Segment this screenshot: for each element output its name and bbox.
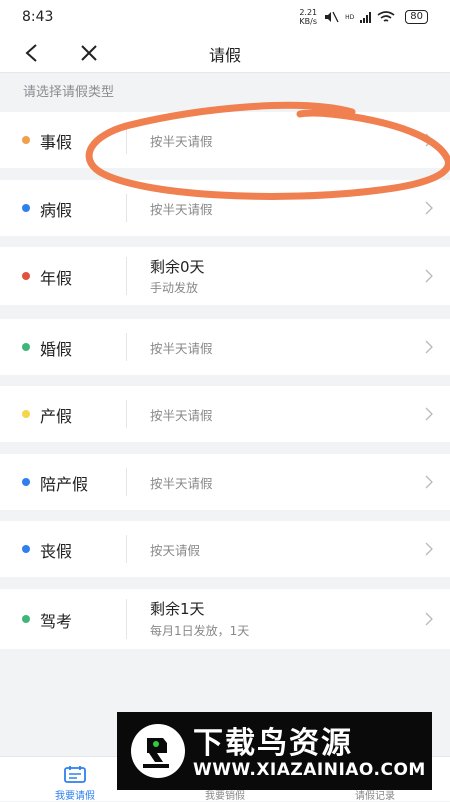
- watermark-url: WWW.XIAZAINIAO.COM: [193, 760, 426, 780]
- leave-type-row[interactable]: 驾考 剩余1天 每月1日发放，1天: [0, 589, 450, 649]
- calendar-icon: [64, 766, 86, 783]
- color-dot: [22, 615, 30, 623]
- hd-badge: HD: [345, 13, 355, 21]
- bird-logo-icon: [131, 724, 185, 778]
- status-time: 8:43: [22, 9, 54, 25]
- color-dot: [22, 343, 30, 351]
- leave-type-name: 产假: [40, 407, 73, 426]
- page-title: 请假: [208, 46, 241, 65]
- status-bar: 8:43 2.21 KB/s HD 80: [0, 0, 450, 34]
- section-hint: 请选择请假类型: [0, 72, 450, 112]
- net-speed-unit: KB/s: [299, 17, 318, 26]
- leave-type-name: 事假: [40, 133, 73, 152]
- leave-type-desc: 按半天请假: [150, 408, 213, 423]
- status-icons: 2.21 KB/s HD 80: [299, 8, 428, 26]
- leave-type-row[interactable]: 事假 按半天请假: [0, 112, 450, 168]
- battery-icon: 80: [405, 10, 428, 24]
- wifi-icon: [377, 10, 395, 22]
- color-dot: [22, 545, 30, 553]
- chevron-right-icon: [425, 340, 433, 354]
- leave-type-name: 丧假: [40, 542, 73, 561]
- chevron-right-icon: [425, 201, 433, 215]
- network-speed: 2.21 KB/s: [299, 8, 317, 26]
- leave-type-desc: 按半天请假: [150, 202, 213, 217]
- row-divider: [126, 400, 127, 428]
- row-divider: [126, 333, 127, 361]
- chevron-right-icon: [425, 133, 433, 147]
- leave-type-row[interactable]: 陪产假 按半天请假: [0, 454, 450, 510]
- color-dot: [22, 272, 30, 280]
- color-dot: [22, 478, 30, 486]
- nav-bar: 请假: [0, 34, 450, 72]
- leave-type-row[interactable]: 产假 按半天请假: [0, 386, 450, 442]
- leave-type-name: 年假: [40, 269, 73, 288]
- row-divider: [126, 535, 127, 563]
- chevron-right-icon: [425, 542, 433, 556]
- signal-icon: [360, 11, 372, 23]
- leave-type-desc: 按半天请假: [150, 134, 213, 149]
- chevron-right-icon: [425, 407, 433, 421]
- leave-type-name: 病假: [40, 201, 73, 220]
- leave-type-desc: 每月1日发放，1天: [150, 624, 250, 638]
- leave-type-name: 驾考: [40, 612, 73, 631]
- row-divider: [126, 194, 127, 222]
- watermark-title: 下载鸟资源: [193, 726, 353, 761]
- row-divider: [126, 468, 127, 496]
- leave-type-desc: 按半天请假: [150, 476, 213, 491]
- leave-type-name: 陪产假: [40, 475, 89, 494]
- watermark-banner: 下载鸟资源 WWW.XIAZAINIAO.COM: [117, 712, 432, 790]
- chevron-right-icon: [425, 475, 433, 489]
- chevron-right-icon: [425, 612, 433, 626]
- mute-icon: [325, 11, 339, 23]
- leave-type-row[interactable]: 丧假 按天请假: [0, 521, 450, 577]
- color-dot: [22, 136, 30, 144]
- row-divider: [126, 257, 127, 295]
- leave-type-row[interactable]: 年假 剩余0天 手动发放: [0, 247, 450, 305]
- leave-type-balance: 剩余1天: [150, 600, 205, 618]
- color-dot: [22, 410, 30, 418]
- leave-type-desc: 按半天请假: [150, 341, 213, 356]
- net-speed-value: 2.21: [299, 8, 318, 17]
- color-dot: [22, 204, 30, 212]
- leave-type-name: 婚假: [40, 340, 73, 359]
- row-divider: [126, 599, 127, 639]
- row-divider: [126, 126, 127, 154]
- chevron-right-icon: [425, 269, 433, 283]
- leave-type-desc: 按天请假: [150, 543, 201, 558]
- leave-type-desc: 手动发放: [150, 281, 199, 295]
- leave-type-row[interactable]: 婚假 按半天请假: [0, 319, 450, 375]
- leave-type-row[interactable]: 病假 按半天请假: [0, 180, 450, 236]
- leave-type-balance: 剩余0天: [150, 258, 205, 276]
